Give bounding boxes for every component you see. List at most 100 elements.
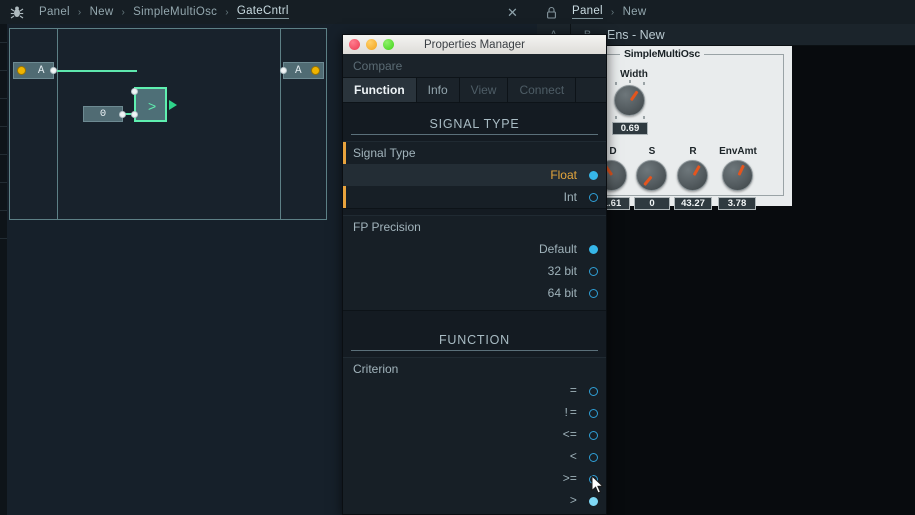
- lock-icon[interactable]: [546, 6, 557, 19]
- properties-window-title: Properties Manager: [424, 38, 525, 51]
- breadcrumb-item-new[interactable]: New: [90, 6, 114, 18]
- close-icon[interactable]: ✕: [505, 5, 520, 20]
- gold-port-icon[interactable]: [17, 66, 26, 75]
- option-label-eq: =: [569, 384, 577, 398]
- properties-titlebar[interactable]: Properties Manager: [343, 35, 606, 54]
- synth-group-title: SimpleMultiOsc: [620, 48, 704, 60]
- radio-neq[interactable]: [589, 408, 598, 418]
- value-r[interactable]: 43.27: [674, 197, 712, 210]
- option-label-64bit: 64 bit: [547, 286, 577, 300]
- compare-operator-glyph: >: [148, 98, 157, 114]
- module-frame: A 0 > A: [9, 28, 327, 220]
- node-label: A: [295, 65, 302, 77]
- option-label-int: Int: [563, 190, 577, 204]
- option-row-eq[interactable]: =: [343, 380, 606, 402]
- radio-lte[interactable]: [589, 430, 598, 440]
- properties-tabs: Function Info View Connect: [343, 78, 606, 103]
- synth-group-frame: SimpleMultiOsc Width 0.69 D 1.61 S 0 R 4…: [594, 48, 784, 210]
- node-label: A: [37, 65, 45, 77]
- breadcrumb-separator: ›: [77, 6, 82, 18]
- option-row-lte[interactable]: <=: [343, 424, 606, 446]
- input-port-icon[interactable]: [280, 67, 287, 74]
- option-label-default: Default: [538, 242, 577, 256]
- radio-default[interactable]: [589, 244, 598, 254]
- input-port-b-icon[interactable]: [131, 111, 138, 118]
- radio-float[interactable]: [589, 170, 598, 180]
- editor-breadcrumb: Panel › New › SimpleMultiOsc › GateCntrl…: [0, 0, 537, 24]
- radio-64bit[interactable]: [589, 288, 598, 298]
- tab-info[interactable]: Info: [417, 78, 460, 102]
- knob-label-s: S: [648, 146, 656, 157]
- output-port-icon[interactable]: [50, 67, 57, 74]
- compare-placeholder: Compare: [353, 58, 403, 73]
- group-title-criterion: Criterion: [353, 362, 399, 376]
- synth-panel[interactable]: SimpleMultiOsc Width 0.69 D 1.61 S 0 R 4…: [594, 46, 792, 210]
- option-row-gt[interactable]: >: [343, 490, 606, 512]
- output-port-icon[interactable]: [119, 111, 126, 118]
- breadcrumb-separator: ›: [121, 6, 126, 18]
- ens-breadcrumb-item-new[interactable]: New: [623, 6, 647, 18]
- radio-gt[interactable]: [589, 496, 598, 506]
- option-row-neq[interactable]: !=: [343, 402, 606, 424]
- breadcrumb-item-gatecntrl[interactable]: GateCntrl: [236, 5, 289, 19]
- breadcrumb-item-panel[interactable]: Panel: [39, 6, 70, 18]
- group-title-fp-precision: FP Precision: [353, 220, 421, 234]
- option-row-int[interactable]: Int: [343, 186, 606, 208]
- knob-width[interactable]: [614, 85, 645, 116]
- knob-indicator: [692, 164, 701, 176]
- option-label-gt: >: [569, 494, 577, 508]
- option-row-gte[interactable]: >=: [343, 468, 606, 490]
- knob-label-r: R: [689, 146, 697, 157]
- graph-node-constant[interactable]: 0: [83, 106, 126, 122]
- option-row-lt[interactable]: <: [343, 446, 606, 468]
- graph-node-compare[interactable]: >: [131, 87, 177, 122]
- knob-r[interactable]: [677, 160, 708, 191]
- properties-manager-window: Properties Manager Compare Function Info…: [342, 34, 607, 515]
- app-root: Panel › New › SimpleMultiOsc › GateCntrl…: [0, 0, 915, 515]
- tab-function[interactable]: Function: [343, 78, 417, 102]
- section-heading-function: FUNCTION: [351, 325, 598, 351]
- value-width[interactable]: 0.69: [612, 122, 648, 135]
- option-row-float[interactable]: Float: [343, 164, 606, 186]
- option-label-gte: >=: [562, 472, 577, 486]
- group-signal-type: Signal Type Float Int: [343, 141, 606, 209]
- radio-lt[interactable]: [589, 452, 598, 462]
- option-row-32bit[interactable]: 32 bit: [343, 260, 606, 282]
- compare-field[interactable]: Compare: [343, 54, 606, 78]
- graph-node-input-a[interactable]: A: [13, 62, 57, 79]
- value-envamt[interactable]: 3.78: [718, 197, 756, 210]
- knob-indicator: [737, 164, 745, 176]
- gold-port-icon[interactable]: [311, 66, 320, 75]
- option-label-32bit: 32 bit: [547, 264, 577, 278]
- ens-breadcrumb-item-panel[interactable]: Panel: [572, 5, 603, 19]
- tab-view[interactable]: View: [460, 78, 509, 102]
- ens-breadcrumb-separator: ›: [610, 6, 615, 18]
- knob-envamt[interactable]: [722, 160, 753, 191]
- radio-int[interactable]: [589, 192, 598, 202]
- radio-gte[interactable]: [589, 474, 598, 484]
- ruler-strip: [0, 24, 7, 515]
- option-label-lte: <=: [562, 428, 577, 442]
- option-label-lt: <: [569, 450, 577, 464]
- graph-node-output-a[interactable]: A: [280, 62, 324, 79]
- option-label-neq: !=: [562, 406, 577, 420]
- knob-indicator: [643, 175, 653, 186]
- option-row-64bit[interactable]: 64 bit: [343, 282, 606, 304]
- knob-s[interactable]: [636, 160, 667, 191]
- input-port-a-icon[interactable]: [131, 88, 138, 95]
- option-row-default[interactable]: Default: [343, 238, 606, 260]
- tab-connect[interactable]: Connect: [508, 78, 577, 102]
- ens-breadcrumb: Panel › New: [537, 0, 915, 24]
- radio-32bit[interactable]: [589, 266, 598, 276]
- group-fp-precision: FP Precision Default 32 bit 64 bit: [343, 215, 606, 311]
- value-s[interactable]: 0: [634, 197, 670, 210]
- breadcrumb-separator: ›: [225, 6, 229, 18]
- section-heading-signal-type: SIGNAL TYPE: [351, 109, 598, 135]
- properties-body: SIGNAL TYPE Signal Type Float Int FP Pre…: [343, 103, 606, 514]
- output-arrow-icon[interactable]: [169, 100, 177, 110]
- breadcrumb-item-simplemultiosc[interactable]: SimpleMultiOsc: [133, 6, 217, 18]
- radio-eq[interactable]: [589, 386, 598, 396]
- constant-value: 0: [99, 108, 107, 120]
- knob-label-envamt: EnvAmt: [719, 146, 757, 157]
- bug-icon[interactable]: [10, 5, 24, 19]
